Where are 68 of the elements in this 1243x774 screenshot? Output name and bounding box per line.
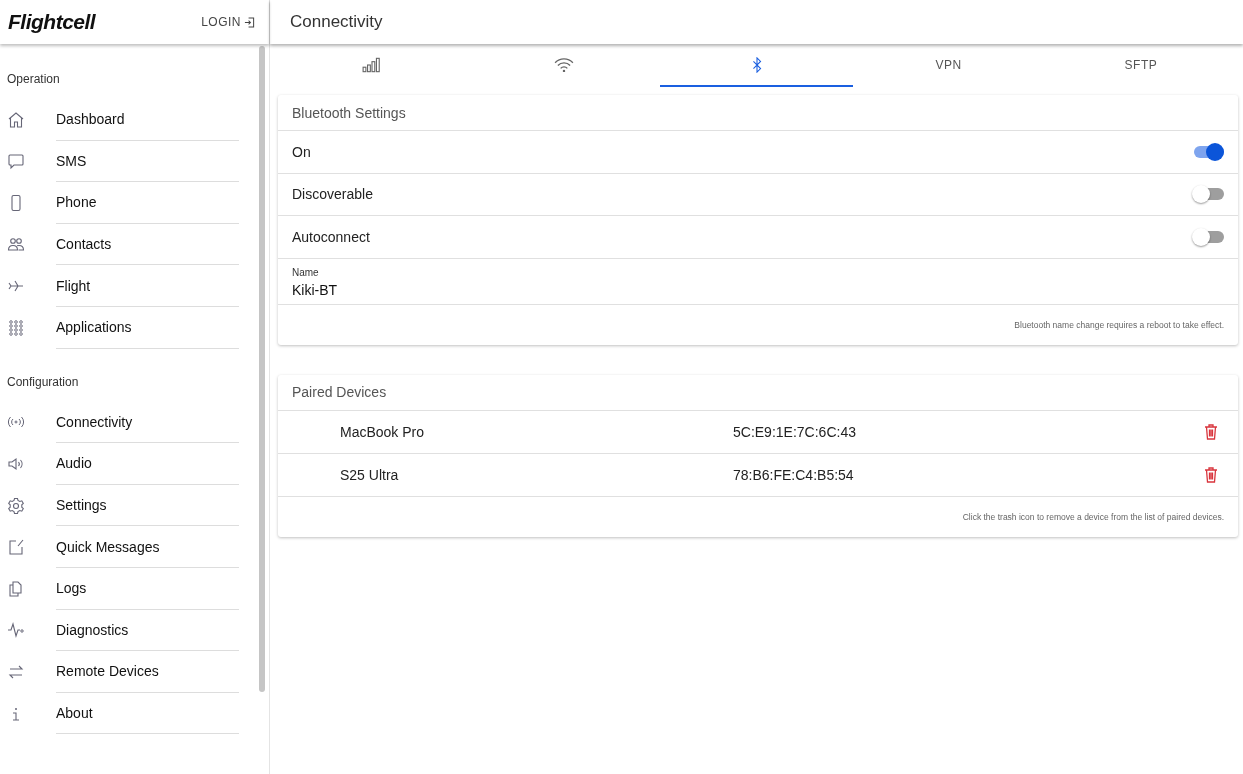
nav-item[interactable]: Logs [0,567,239,610]
nav-item[interactable]: About [0,692,239,735]
section-title: Configuration [6,374,80,389]
signal-bars-icon [362,56,383,73]
people-icon [7,235,25,254]
chat-icon [7,152,25,171]
setting-label: On [292,143,311,160]
nav-label: Remote Devices [56,651,239,693]
nav-item[interactable]: Remote Devices [0,651,239,693]
field-value: Kiki-BT [292,281,339,298]
delete-button[interactable] [1202,464,1220,485]
device-name: S25 Ultra [339,466,400,483]
nav-item[interactable]: Quick Messages [0,526,239,568]
nav-label: Logs [56,567,239,610]
toggle-switch[interactable] [1192,141,1224,162]
field-label: Name [292,266,320,278]
trash-icon [1204,466,1218,483]
grid-icon [7,318,25,337]
nav-label: Audio [56,443,239,485]
nav-label: Quick Messages [56,526,239,568]
help-text: Bluetooth name change requires a reboot to take effect. [1014,319,1224,330]
card-title: Paired Devices [278,374,1238,411]
nav-item[interactable]: Dashboard [0,99,239,141]
device-name: MacBook Pro [339,423,426,440]
nav-label: SMS [56,140,239,183]
setting-label: Autoconnect [292,228,370,245]
nav-item[interactable]: Flight [0,265,239,307]
device-address: 78:B6:FE:C4:B5:54 [733,466,855,483]
section-title: Operation [6,72,61,86]
login-icon [244,16,255,28]
nav-label: Dashboard [56,99,239,141]
documents-icon [7,579,25,598]
settings-icon [7,496,25,515]
nav-label: About [56,692,239,735]
device-address: 5C:E9:1E:7C:6C:43 [733,423,857,440]
edit-icon [7,538,25,557]
delete-button[interactable] [1202,421,1220,442]
nav-item[interactable]: Audio [0,443,239,485]
nav-label: Diagnostics [56,609,239,652]
nav-item[interactable]: Settings [0,484,239,527]
page-title: Connectivity [290,12,383,32]
trash-icon [1204,423,1218,440]
help-text: Click the trash icon to remove a device from the list of paired devices. [962,511,1224,522]
name-field[interactable]: Name Kiki-BT [278,258,1238,305]
home-icon [7,110,25,129]
tab[interactable]: SFTP [1044,44,1237,87]
nav-label: Contacts [56,223,239,266]
nav-item[interactable]: Phone [0,182,239,224]
logo: Flightcell [8,10,96,34]
wifi-icon [554,56,575,73]
setting-label: Discoverable [292,186,373,203]
tab[interactable]: VPN [852,44,1045,87]
scrollbar[interactable] [259,46,265,692]
card-title: Bluetooth Settings [278,95,1238,131]
nav-label: Flight [56,265,239,307]
login-button[interactable]: LOGIN [199,13,257,31]
nav-label: Settings [56,484,239,527]
toggle-switch[interactable] [1192,226,1224,247]
nav-label: Phone [56,182,239,224]
nav-item[interactable]: SMS [0,140,239,183]
nav-label: Applications [56,306,239,349]
nav-label: Connectivity [56,401,239,444]
pulse-icon [7,621,25,640]
nav-item[interactable]: Contacts [0,223,239,266]
nav-item[interactable]: Connectivity [0,401,239,444]
toggle-switch[interactable] [1192,184,1224,205]
nav-item[interactable]: Diagnostics [0,609,239,652]
nav-item[interactable]: Applications [0,306,239,349]
